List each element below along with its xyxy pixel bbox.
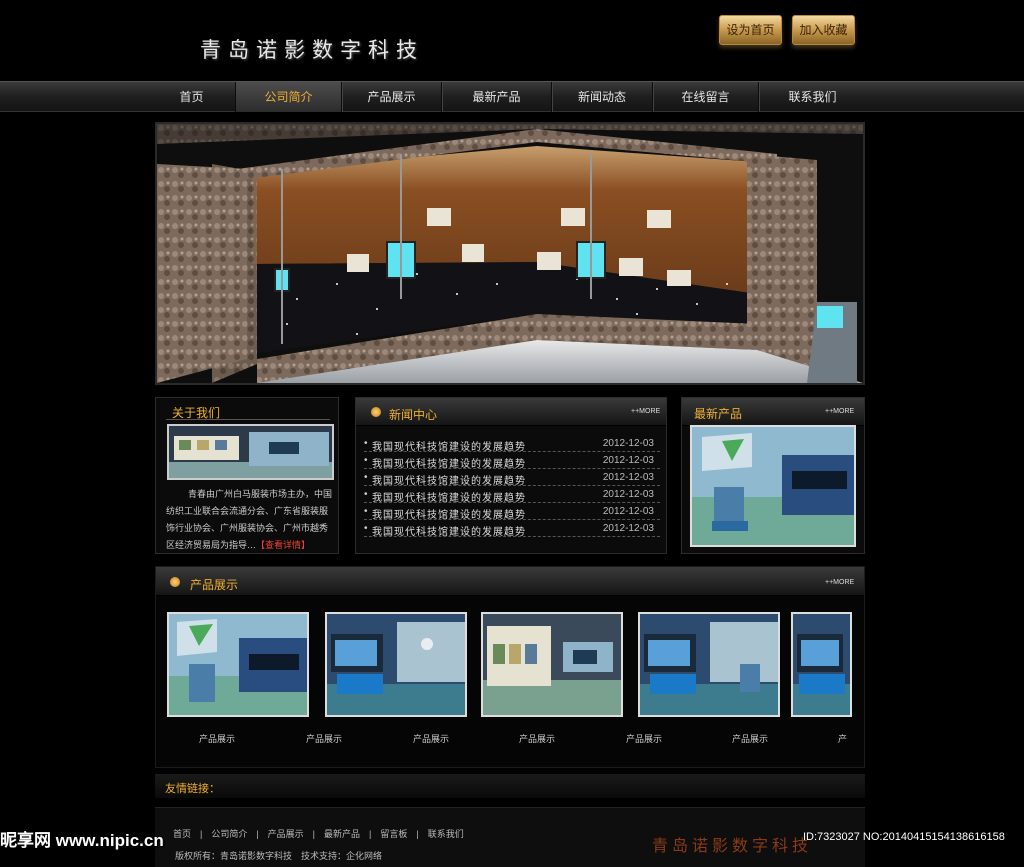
add-favorite-button[interactable]: 加入收藏 bbox=[792, 15, 855, 45]
product-thumb[interactable] bbox=[325, 612, 467, 717]
products-more-link[interactable]: ++MORE bbox=[825, 579, 854, 586]
header: 青岛诺影数字科技 设为首页 加入收藏 bbox=[0, 0, 1024, 80]
products-header bbox=[156, 567, 864, 596]
about-detail-link[interactable]: 【查看详情】 bbox=[256, 540, 310, 550]
nav-home[interactable]: 首页 bbox=[148, 82, 236, 112]
friend-links-bar: 友情链接： bbox=[155, 774, 865, 798]
divider bbox=[166, 419, 330, 420]
footer-nav[interactable]: 首页 | 公司简介 | 产品展示 | 最新产品 | 留言板 | 联系我们 bbox=[173, 827, 464, 840]
product-label[interactable]: 产品展示 bbox=[604, 732, 684, 745]
about-text: 青春由广州白马服装市场主办，中国纺织工业联合会流通分会、广东省服装服饰行业协会、… bbox=[166, 489, 333, 550]
news-title: 新闻中心 bbox=[389, 408, 438, 422]
main-nav: 首页 公司简介 产品展示 最新产品 新闻动态 在线留言 联系我们 bbox=[0, 81, 1024, 112]
news-item[interactable]: • 我国现代科技馆建设的发展趋势 2012-12-03 bbox=[364, 520, 660, 538]
product-label[interactable]: 产品展示 bbox=[710, 732, 790, 745]
latest-more-link[interactable]: ++MORE bbox=[825, 408, 854, 415]
nav-message[interactable]: 在线留言 bbox=[653, 82, 759, 112]
product-thumb[interactable] bbox=[481, 612, 623, 717]
set-homepage-button[interactable]: 设为首页 bbox=[719, 15, 782, 45]
footer: 首页 | 公司简介 | 产品展示 | 最新产品 | 留言板 | 联系我们 版权所… bbox=[155, 807, 865, 867]
product-thumb[interactable] bbox=[167, 612, 309, 717]
news-item[interactable]: • 我国现代科技馆建设的发展趋势 2012-12-03 bbox=[364, 435, 660, 453]
footer-copyright: 版权所有：青岛诺影数字科技 技术支持：企化网络 bbox=[175, 851, 383, 861]
watermark-site: 昵享网 www.nipic.cn bbox=[0, 831, 164, 850]
news-more-link[interactable]: ++MORE bbox=[631, 408, 660, 415]
latest-title: 最新产品 bbox=[694, 407, 743, 421]
product-label[interactable]: 产 bbox=[838, 732, 852, 745]
news-item[interactable]: • 我国现代科技馆建设的发展趋势 2012-12-03 bbox=[364, 486, 660, 504]
site-logo[interactable]: 青岛诺影数字科技 bbox=[200, 34, 424, 64]
nav-news[interactable]: 新闻动态 bbox=[552, 82, 653, 112]
product-label[interactable]: 产品展示 bbox=[177, 732, 257, 745]
products-title: 产品展示 bbox=[190, 578, 239, 592]
footer-logo: 青岛诺影数字科技 bbox=[652, 836, 813, 855]
product-label[interactable]: 产品展示 bbox=[284, 732, 364, 745]
latest-product-image[interactable] bbox=[690, 425, 856, 547]
product-label[interactable]: 产品展示 bbox=[391, 732, 471, 745]
news-panel: 新闻中心 ++MORE • 我国现代科技馆建设的发展趋势 2012-12-03 • 我… bbox=[355, 397, 667, 554]
product-thumb[interactable] bbox=[791, 612, 852, 717]
about-panel: 关于我们 青春由广州白马服装市场主办，中国纺织工业联合会流通分会、广东省服装服饰… bbox=[155, 397, 339, 554]
friend-links-title: 友情链接： bbox=[165, 783, 220, 795]
bullet-icon bbox=[170, 577, 180, 587]
watermark-id: ID:7323027 NO:20140415154138616158 bbox=[803, 831, 1005, 843]
nav-products[interactable]: 产品展示 bbox=[342, 82, 442, 112]
news-item[interactable]: • 我国现代科技馆建设的发展趋势 2012-12-03 bbox=[364, 469, 660, 487]
banner-image bbox=[155, 122, 865, 385]
nav-contact[interactable]: 联系我们 bbox=[759, 82, 866, 112]
news-item[interactable]: • 我国现代科技馆建设的发展趋势 2012-12-03 bbox=[364, 452, 660, 470]
news-item[interactable]: • 我国现代科技馆建设的发展趋势 2012-12-03 bbox=[364, 503, 660, 521]
about-image[interactable] bbox=[167, 424, 334, 480]
bullet-icon bbox=[371, 407, 381, 417]
product-label[interactable]: 产品展示 bbox=[497, 732, 577, 745]
nav-latest[interactable]: 最新产品 bbox=[442, 82, 552, 112]
product-thumb[interactable] bbox=[638, 612, 780, 717]
latest-panel: 最新产品 ++MORE bbox=[681, 397, 865, 554]
nav-about[interactable]: 公司简介 bbox=[236, 82, 342, 112]
